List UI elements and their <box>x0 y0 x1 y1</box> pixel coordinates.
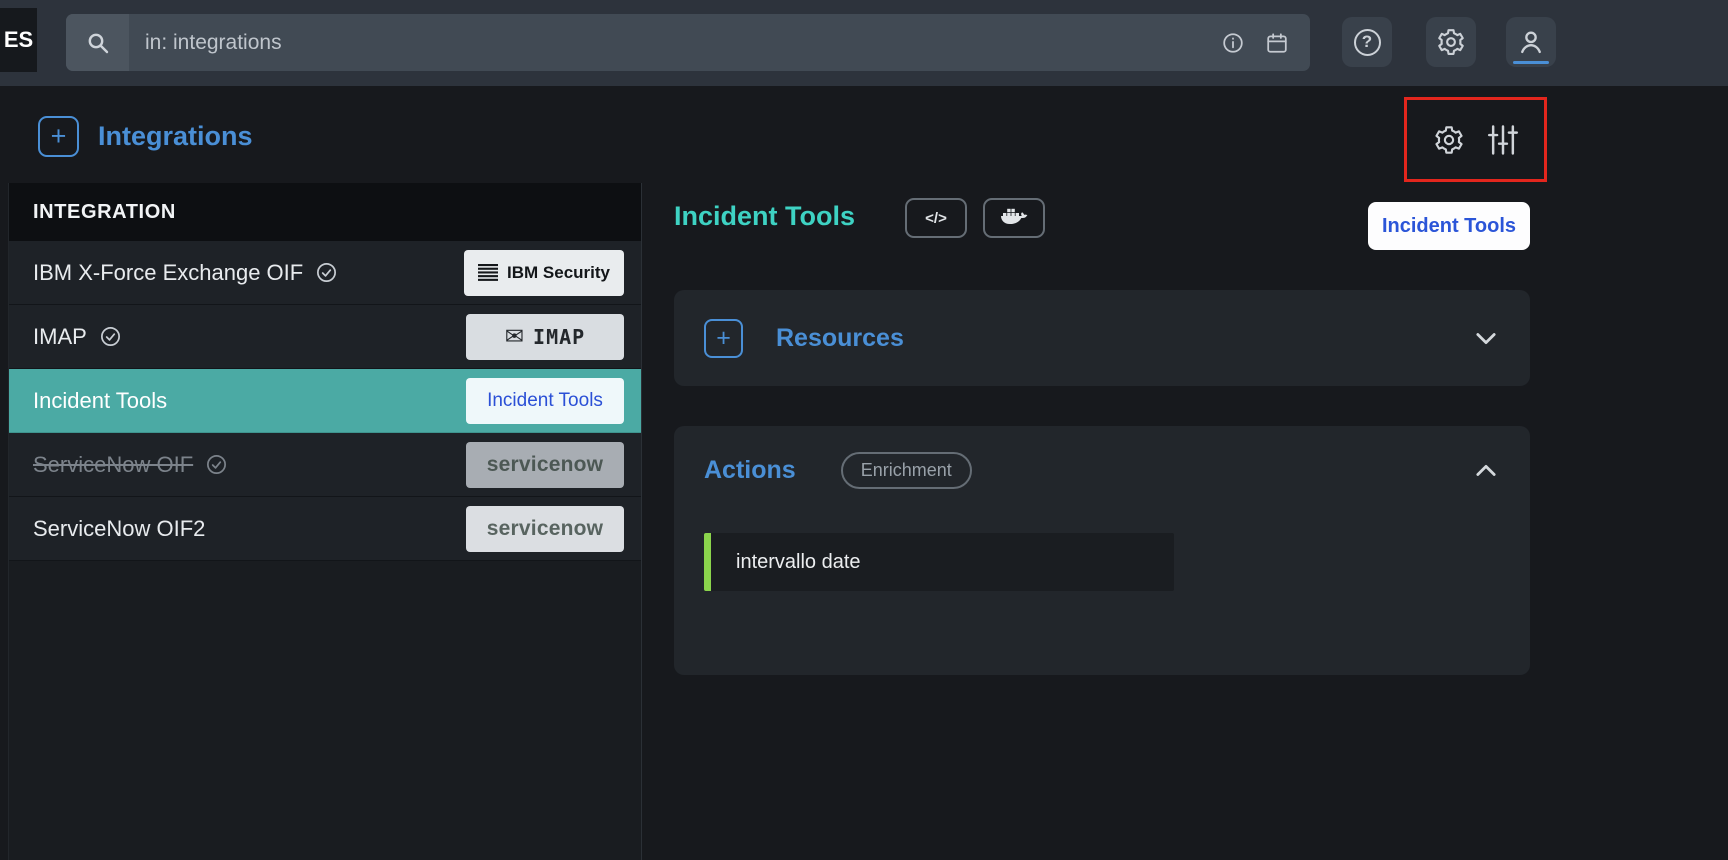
annotation-box <box>1404 97 1547 182</box>
integration-logo-servicenow: servicenow <box>466 442 624 488</box>
integration-name: Incident Tools <box>33 388 167 414</box>
integration-name: ServiceNow OIF2 <box>33 516 205 542</box>
filter-sliders-button[interactable] <box>1487 124 1519 156</box>
table-row-incident-tools[interactable]: Incident Tools Incident Tools <box>9 369 641 433</box>
settings-button[interactable] <box>1426 17 1476 67</box>
integration-name: IMAP <box>33 324 87 350</box>
configured-check-icon <box>315 261 338 284</box>
integrations-settings-button[interactable] <box>1433 124 1465 156</box>
search-icon <box>86 31 110 55</box>
plus-icon: + <box>716 324 731 353</box>
chevron-up-icon[interactable] <box>1472 457 1500 485</box>
search-button[interactable] <box>66 14 129 71</box>
resources-section: + Resources <box>674 290 1530 386</box>
integration-logo-incident-tools: Incident Tools <box>466 378 624 424</box>
help-button[interactable]: ? <box>1342 17 1392 67</box>
configured-check-icon <box>99 325 122 348</box>
docker-button[interactable] <box>983 198 1045 238</box>
calendar-icon[interactable] <box>1266 32 1288 54</box>
sliders-icon <box>1487 124 1519 156</box>
code-icon: </> <box>925 210 947 227</box>
envelope-icon: ✉ <box>505 325 524 348</box>
search-input[interactable] <box>129 31 1222 55</box>
actions-header: Actions Enrichment <box>704 452 1500 489</box>
table-row-servicenow-oif2[interactable]: ServiceNow OIF2 servicenow <box>9 497 641 561</box>
table-header: INTEGRATION <box>9 183 641 241</box>
table-row-servicenow-oif[interactable]: ServiceNow OIF servicenow <box>9 433 641 497</box>
help-icon: ? <box>1354 29 1381 56</box>
integration-name: IBM X-Force Exchange OIF <box>33 260 303 286</box>
integration-table: INTEGRATION IBM X-Force Exchange OIF IBM… <box>8 183 642 860</box>
search-trailing-icons <box>1222 32 1310 54</box>
user-icon <box>1517 28 1545 56</box>
integration-logo-imap: ✉ IMAP <box>466 314 624 360</box>
actions-section: Actions Enrichment intervallo date <box>674 426 1530 675</box>
configured-check-icon <box>205 453 228 476</box>
topbar: ES ? <box>0 0 1728 86</box>
table-row-ibm-xforce[interactable]: IBM X-Force Exchange OIF IBM Security <box>9 241 641 305</box>
table-row-imap[interactable]: IMAP ✉ IMAP <box>9 305 641 369</box>
action-item-label: intervallo date <box>736 551 861 574</box>
user-button[interactable] <box>1506 17 1556 67</box>
integration-logo-ibm-security: IBM Security <box>464 250 624 296</box>
ibm-stripes-icon <box>478 264 498 281</box>
integration-logo-servicenow: servicenow <box>466 506 624 552</box>
add-integration-button[interactable]: + <box>38 116 79 157</box>
app-logo[interactable]: ES <box>0 8 37 72</box>
chevron-down-icon[interactable] <box>1472 324 1500 352</box>
gear-icon <box>1433 124 1465 156</box>
code-button[interactable]: </> <box>905 198 967 238</box>
app-logo-text: ES <box>4 27 33 53</box>
docker-icon <box>1000 207 1028 229</box>
plus-icon: + <box>51 121 67 152</box>
actions-title: Actions <box>704 456 796 485</box>
action-item-intervallo-date[interactable]: intervallo date <box>704 533 1174 591</box>
enrichment-tag: Enrichment <box>841 452 972 489</box>
detail-title: Incident Tools <box>674 201 855 232</box>
integration-name: ServiceNow OIF <box>33 452 193 478</box>
page-title: Integrations <box>98 121 253 152</box>
info-icon[interactable] <box>1222 32 1244 54</box>
incident-tools-button[interactable]: Incident Tools <box>1368 202 1530 250</box>
search-bar[interactable] <box>66 14 1310 71</box>
add-resource-button[interactable]: + <box>704 319 743 358</box>
gear-icon <box>1436 27 1466 57</box>
resources-title: Resources <box>776 324 904 353</box>
active-tab-indicator <box>1513 61 1549 64</box>
